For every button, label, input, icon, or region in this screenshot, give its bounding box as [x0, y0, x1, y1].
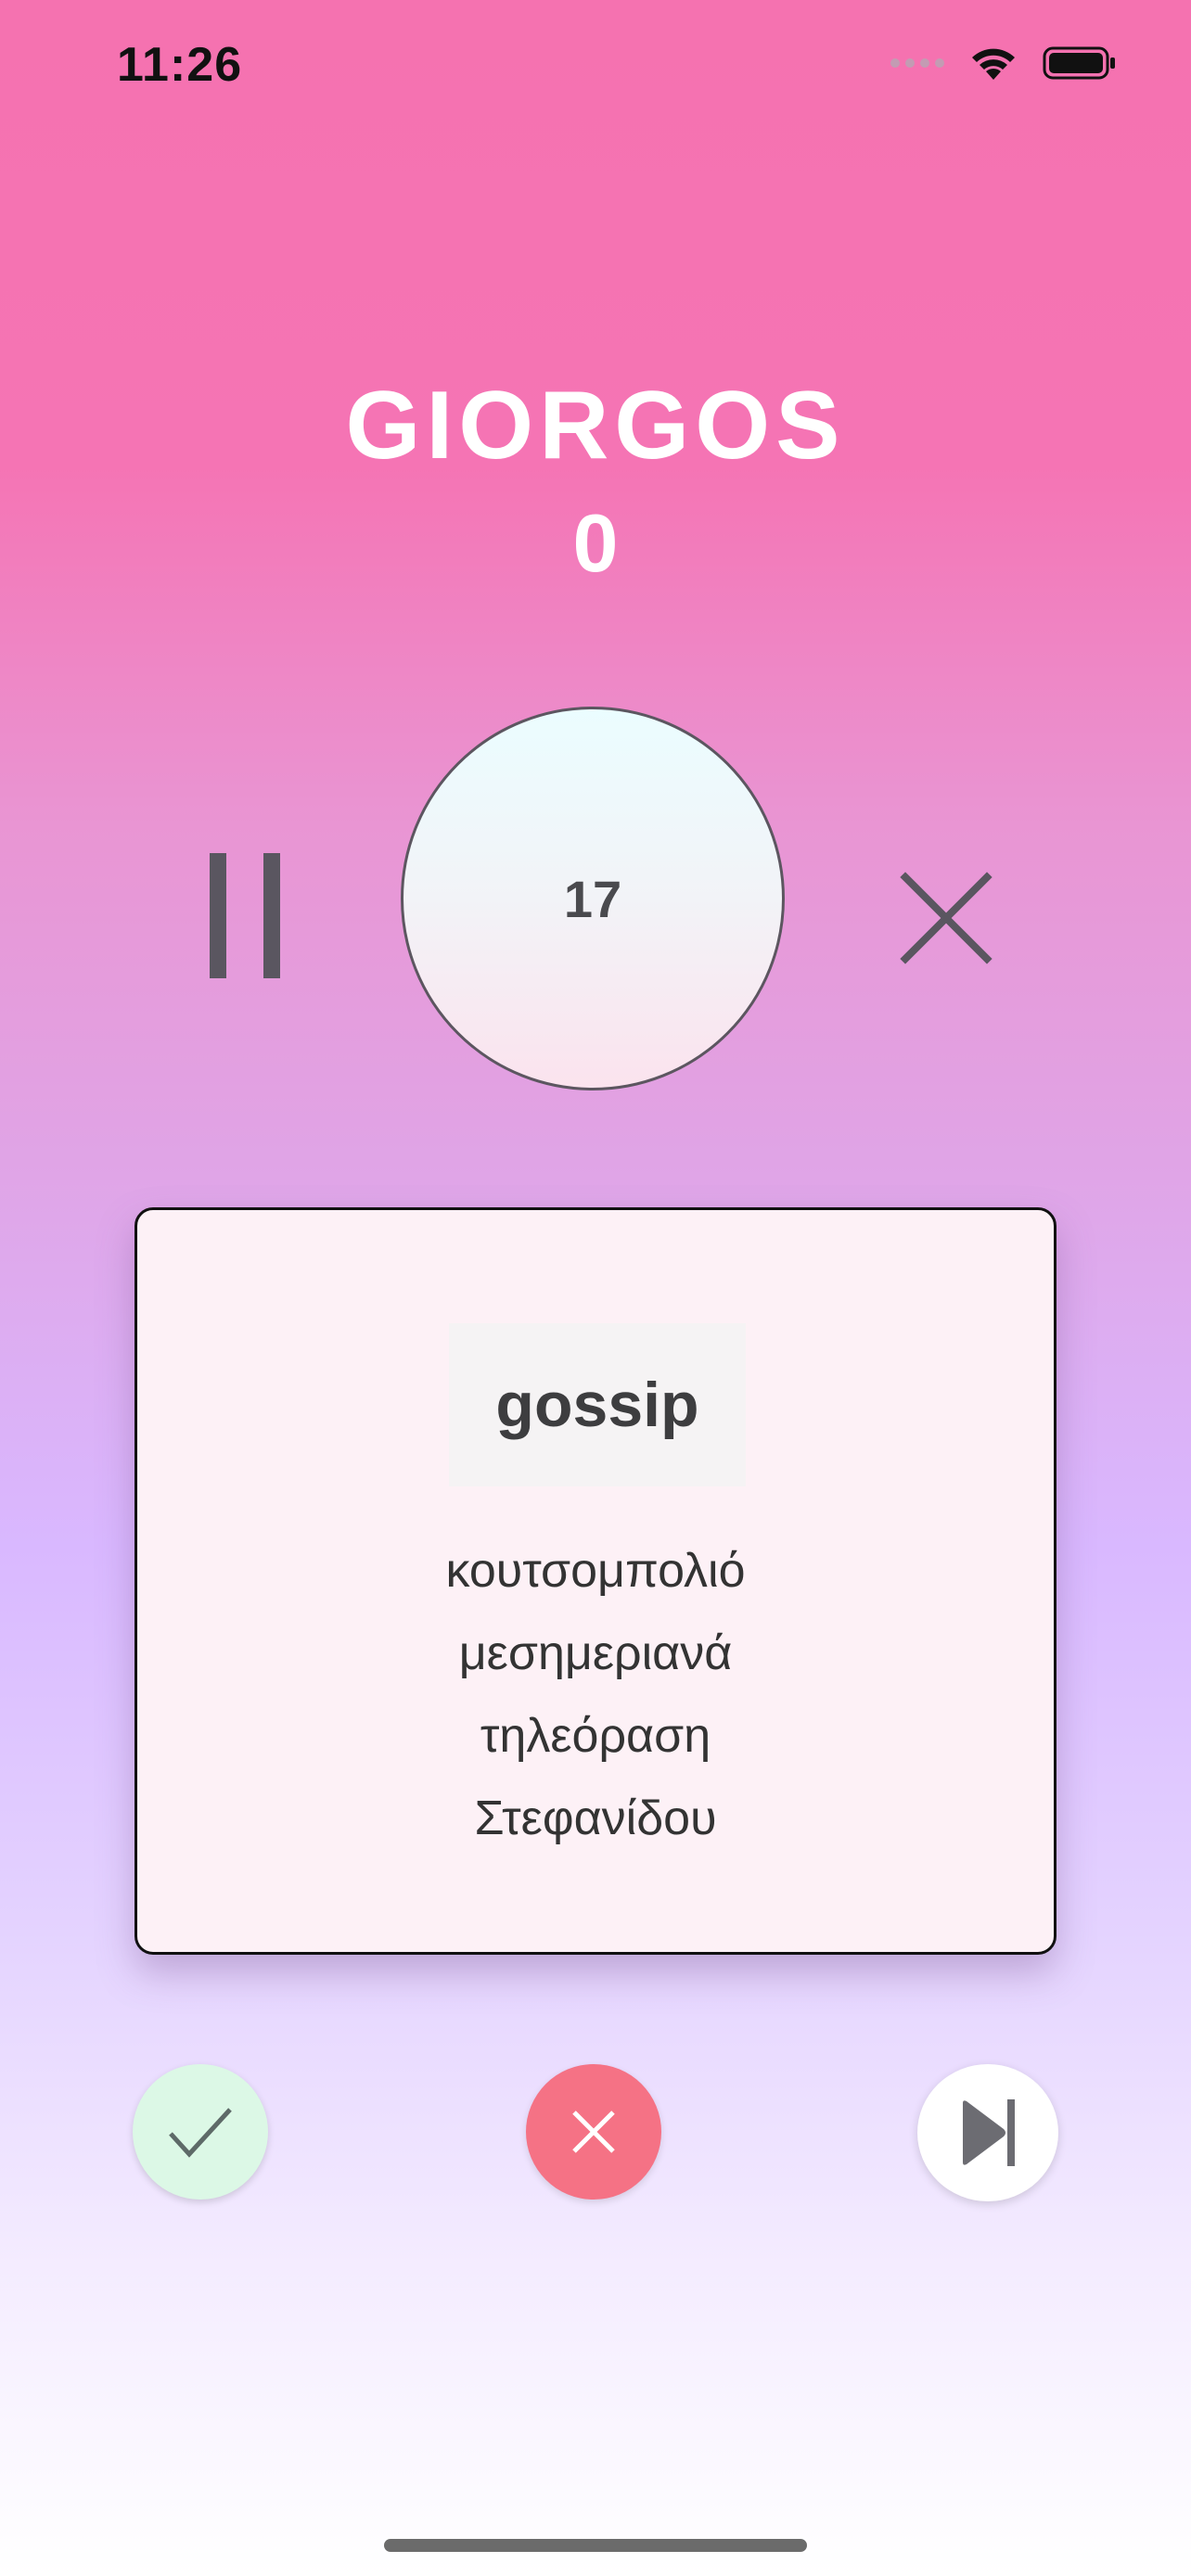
status-time: 11:26	[117, 38, 243, 92]
taboo-word-list: κουτσομπολιό μεσημεριανά τηλεόραση Στεφα…	[137, 1530, 1054, 1860]
wrong-button[interactable]	[526, 2064, 661, 2200]
status-icons	[890, 45, 1117, 82]
player-name: GIORGOS	[345, 372, 846, 479]
checkmark-icon	[169, 2108, 232, 2158]
timer-value: 17	[563, 869, 622, 928]
skip-forward-icon	[963, 2099, 1015, 2166]
signal-icon	[890, 58, 944, 68]
taboo-word: τηλεόραση	[480, 1709, 711, 1763]
player-score: 0	[572, 497, 619, 589]
word-card: gossip κουτσομπολιό μεσημεριανά τηλεόρασ…	[134, 1207, 1057, 1955]
wifi-icon	[972, 48, 1015, 80]
close-icon	[900, 872, 992, 964]
status-bar: 11:26	[0, 0, 1191, 139]
taboo-word: κουτσομπολιό	[445, 1544, 746, 1598]
battery-icon	[1043, 46, 1115, 80]
pause-button[interactable]	[208, 853, 282, 978]
target-word: gossip	[495, 1370, 699, 1440]
taboo-word: Στεφανίδου	[474, 1792, 717, 1845]
x-icon	[572, 2111, 615, 2153]
skip-button[interactable]	[917, 2064, 1058, 2201]
correct-button[interactable]	[133, 2064, 268, 2200]
taboo-word: μεσημεριανά	[458, 1626, 733, 1680]
home-indicator	[384, 2539, 807, 2552]
target-word-box: gossip	[449, 1323, 746, 1486]
close-button[interactable]	[900, 872, 992, 964]
timer-circle: 17	[401, 707, 785, 1090]
